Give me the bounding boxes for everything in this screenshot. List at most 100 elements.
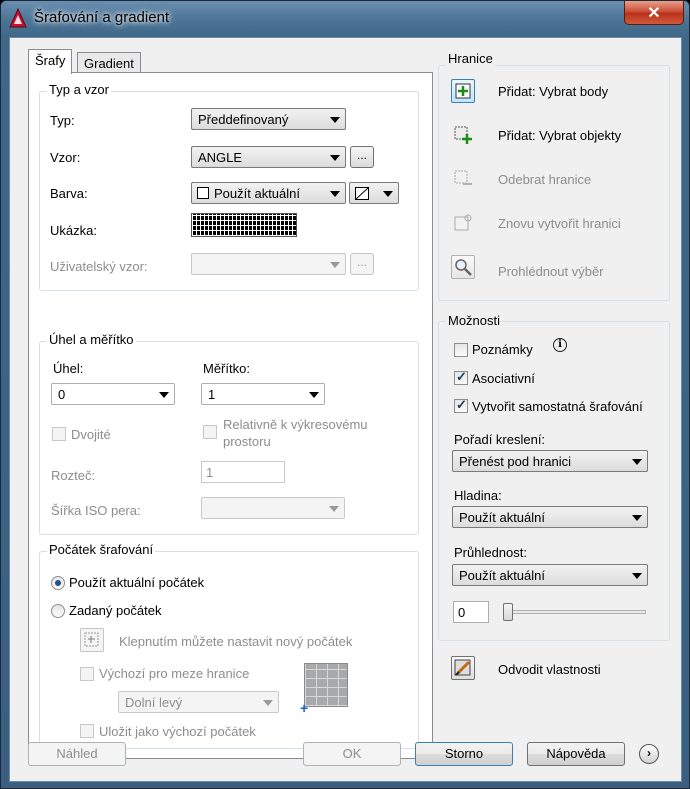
preview-button[interactable]: Náhled (28, 742, 126, 766)
chevron-down-icon (309, 392, 319, 398)
add-select-objects-button[interactable] (451, 123, 475, 147)
associative-checkbox[interactable]: ✓ (454, 369, 468, 385)
iso-pen-width-label: Šířka ISO pera: (51, 503, 141, 518)
relative-to-paper-checkbox[interactable] (203, 425, 217, 439)
pick-points-icon (455, 83, 471, 99)
add-pick-points-button[interactable] (451, 79, 475, 103)
pattern-label: Vzor: (50, 150, 81, 165)
store-default-origin-checkbox[interactable] (80, 724, 94, 738)
hatch-origin-title: Počátek šrafování (47, 542, 156, 557)
chevron-down-icon (383, 191, 393, 197)
type-pattern-title: Typ a vzor (47, 82, 111, 97)
custom-pattern-dropdown[interactable] (191, 253, 346, 275)
chevron-down-icon (263, 700, 273, 706)
separate-hatches-label: Vytvořit samostatná šrafování (472, 399, 643, 414)
ok-button[interactable]: OK (303, 742, 401, 766)
double-label: Dvojité (71, 427, 111, 442)
chevron-down-icon (330, 191, 340, 197)
pattern-dropdown[interactable]: ANGLE (191, 146, 346, 168)
tab-gradient-label: Gradient (84, 56, 134, 71)
chevron-down-icon (632, 515, 642, 521)
help-button[interactable]: Nápověda (527, 742, 625, 766)
origin-position-dropdown[interactable]: Dolní levý (118, 691, 279, 713)
checkmark-icon: ✓ (456, 397, 467, 412)
remove-boundaries-label: Odebrat hranice (498, 172, 592, 187)
chevron-down-icon (330, 262, 340, 268)
color-label: Barva: (50, 186, 88, 201)
pattern-value: ANGLE (198, 150, 243, 165)
scale-dropdown[interactable]: 1 (201, 383, 325, 405)
angle-label: Úhel: (53, 361, 84, 376)
view-selections-button[interactable] (451, 255, 475, 279)
iso-pen-width-dropdown[interactable] (201, 497, 345, 519)
background-color-dropdown[interactable] (349, 182, 399, 204)
dialog-window: Šrafování a gradient ✕ Šrafy Gradient Ty… (0, 0, 690, 789)
type-label: Typ: (50, 113, 75, 128)
inherit-properties-label: Odvodit vlastnosti (498, 662, 601, 677)
chevron-down-icon (330, 117, 340, 123)
angle-value: 0 (58, 387, 66, 402)
transparency-slider-thumb[interactable] (503, 603, 513, 621)
default-boundary-extents-checkbox[interactable] (80, 667, 94, 681)
use-current-origin-radio[interactable] (51, 576, 65, 590)
color-value: Použít aktuální (214, 186, 300, 201)
annotative-checkbox[interactable] (454, 343, 468, 357)
preview-label: Ukázka: (50, 223, 97, 238)
draw-order-label: Pořadí kreslení: (454, 432, 546, 447)
remove-boundaries-button[interactable] (451, 167, 475, 191)
layer-dropdown[interactable]: Použít aktuální (452, 506, 648, 528)
add-pick-points-label: Přidat: Vybrat body (498, 84, 609, 99)
spacing-input[interactable]: 1 (201, 461, 285, 483)
tab-hatch[interactable]: Šrafy (28, 49, 73, 74)
expand-dialog-button[interactable]: › (639, 744, 659, 764)
close-button[interactable]: ✕ (624, 1, 684, 25)
transparency-number-input[interactable]: 0 (453, 601, 489, 623)
transparency-slider-track[interactable] (504, 610, 646, 614)
separate-hatches-checkbox[interactable]: ✓ (454, 397, 468, 413)
custom-pattern-label: Uživatelský vzor: (50, 259, 148, 274)
tab-gradient[interactable]: Gradient (77, 52, 141, 72)
chevron-down-icon (632, 573, 642, 579)
view-selections-label: Prohlédnout výběr (498, 264, 604, 279)
boundaries-title: Hranice (446, 51, 495, 66)
title-bar[interactable]: Šrafování a gradient ✕ (1, 1, 689, 37)
chevron-down-icon (632, 459, 642, 465)
window-title: Šrafování a gradient (34, 9, 170, 26)
double-checkbox[interactable] (52, 427, 66, 441)
close-icon: ✕ (647, 4, 661, 22)
color-dropdown[interactable]: Použít aktuální (191, 182, 346, 204)
remove-boundaries-icon (454, 170, 472, 185)
store-default-origin-label: Uložit jako výchozí počátek (99, 724, 256, 739)
associative-label: Asociativní (472, 371, 535, 386)
recreate-boundary-button[interactable] (451, 211, 475, 235)
chevron-right-icon: › (647, 746, 651, 760)
chevron-down-icon (330, 155, 340, 161)
magnifier-icon (455, 259, 472, 276)
relative-label-line2: prostoru (223, 434, 271, 449)
recreate-boundary-icon (454, 214, 472, 231)
angle-dropdown[interactable]: 0 (51, 383, 175, 405)
autocad-app-icon (9, 8, 27, 28)
type-dropdown[interactable]: Předdefinovaný (191, 108, 346, 130)
default-boundary-extents-label: Výchozí pro meze hranice (99, 666, 250, 681)
hatch-pattern-preview[interactable] (191, 213, 297, 237)
info-icon[interactable]: i (553, 338, 567, 352)
use-current-origin-label: Použít aktuální počátek (69, 575, 205, 590)
select-objects-icon (454, 126, 472, 144)
set-origin-icon (84, 632, 99, 647)
add-select-objects-label: Přidat: Vybrat objekty (498, 128, 622, 143)
set-origin-button[interactable] (80, 628, 104, 652)
draw-order-dropdown[interactable]: Přenést pod hranici (452, 450, 648, 472)
annotative-label: Poznámky (472, 342, 533, 357)
origin-position-value: Dolní levý (125, 695, 183, 710)
inherit-properties-button[interactable] (451, 656, 475, 680)
custom-pattern-browse-button[interactable]: ... (350, 253, 374, 275)
origin-preview-brick-icon (304, 663, 348, 707)
transparency-dropdown[interactable]: Použít aktuální (452, 564, 648, 586)
layer-value: Použít aktuální (459, 510, 545, 525)
origin-marker-icon: + (300, 700, 309, 716)
cancel-button[interactable]: Storno (415, 742, 513, 766)
specified-origin-radio[interactable] (51, 604, 65, 618)
pattern-browse-button[interactable]: ... (350, 146, 374, 168)
chevron-down-icon (329, 506, 339, 512)
